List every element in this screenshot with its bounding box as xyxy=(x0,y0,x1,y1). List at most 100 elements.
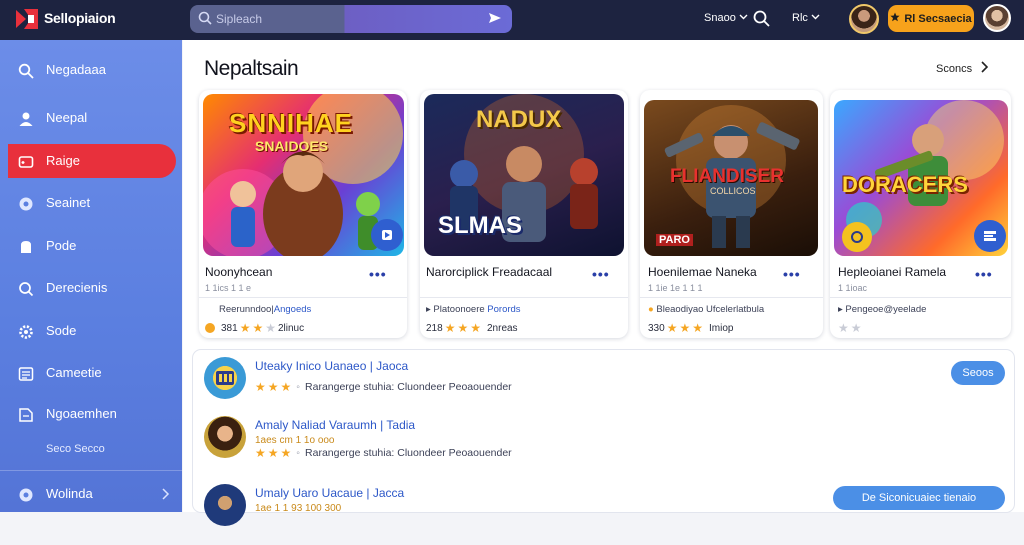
globe-icon xyxy=(18,487,34,503)
sort-label: Snaoo xyxy=(704,12,736,24)
star-icon: ★ xyxy=(280,380,292,394)
card-divider xyxy=(640,297,823,298)
coin-icon xyxy=(205,323,215,333)
sidebar-item-0[interactable]: Negadaaa xyxy=(8,53,176,87)
more-options-icon[interactable]: ••• xyxy=(783,266,801,282)
rating: 381 ★ ★ ★ 2linuc xyxy=(205,321,304,335)
star-icon: ★ xyxy=(280,446,292,460)
premium-button-label: Rl Secsaecia xyxy=(904,12,972,25)
sidebar-item-7[interactable]: Cameetie xyxy=(8,356,176,390)
sidebar-footer-label: Wolinda xyxy=(46,486,93,501)
app-name: Sellopiaion xyxy=(44,10,116,26)
game-title: Hepleoianei Ramela xyxy=(838,265,947,279)
game-art: DORACERS xyxy=(834,100,1008,256)
game-card[interactable]: DORACERS Hepleoianei Ramela ••• 1 1ioac … xyxy=(830,90,1011,338)
list-item[interactable]: Umaly Uaro Uacaue | Jacca 1ae 1 1 93 100… xyxy=(193,477,1014,545)
app-logo[interactable]: Sellopiaion xyxy=(14,6,116,30)
developer-label: ● Bleaodiyao Ufcelerlatbula xyxy=(648,304,764,315)
rating-text: Imiop xyxy=(708,322,734,334)
premium-button[interactable]: Rl Secsaecia xyxy=(888,5,974,32)
rating: 330 ★ ★ ★ Imiop xyxy=(648,321,733,335)
send-icon[interactable] xyxy=(488,11,502,30)
sidebar-item-8[interactable]: Ngoaemhen xyxy=(8,397,176,431)
star-icon: ★ xyxy=(255,380,266,394)
sidebar-item-1[interactable]: Neepal xyxy=(8,101,176,135)
list-item-button[interactable]: Seoos xyxy=(951,361,1005,385)
doc-icon xyxy=(18,407,34,423)
sidebar-item-3[interactable]: Seainet xyxy=(8,186,176,220)
gamepad-icon xyxy=(18,154,34,170)
sidebar-item-6[interactable]: Sode xyxy=(8,314,176,348)
play-badge-icon[interactable] xyxy=(974,220,1006,252)
list-item-title[interactable]: Uteaky Inico Uanaeo | Jaoca xyxy=(255,359,408,373)
search-input[interactable] xyxy=(216,9,456,29)
list-icon xyxy=(18,366,34,382)
sidebar-item-label: Neepal xyxy=(46,110,88,125)
star-icon: ★ xyxy=(444,321,456,335)
star-icon: ★ xyxy=(457,321,469,335)
game-list: Uteaky Inico Uanaeo | Jaoca ★ ★ ★ ◦ Rarang… xyxy=(193,350,1014,526)
star-icon: ★ xyxy=(666,321,678,335)
rating-value: 381 xyxy=(221,322,238,334)
more-options-icon[interactable]: ••• xyxy=(592,266,610,282)
star-icon: ★ xyxy=(255,446,266,460)
game-art: NADUX SLMAS xyxy=(424,94,624,256)
game-art: FLIANDISER COLLICOS PARO xyxy=(644,100,818,256)
search-bar[interactable] xyxy=(190,5,512,33)
sidebar-item-5[interactable]: Derecienis xyxy=(8,271,176,305)
card-divider xyxy=(199,297,407,298)
game-title: Narorciplick Freadacaal xyxy=(426,265,553,279)
game-title: Hoenilemae Naneka xyxy=(648,265,757,279)
search-icon xyxy=(198,11,212,30)
sidebar-footer-item[interactable]: Wolinda xyxy=(8,477,176,511)
list-item[interactable]: Amaly Naliad Varaumh | Tadia 1aes cm 1 1… xyxy=(193,409,1014,477)
star-icon: ★ xyxy=(850,321,862,335)
list-item[interactable]: Uteaky Inico Uanaeo | Jaoca ★ ★ ★ ◦ Rarang… xyxy=(193,350,1014,418)
top-bar: Sellopiaion Snaoo Rlc Rl Secsaecia xyxy=(0,0,1024,40)
list-item-button[interactable]: De Siconicuaiec tienaio xyxy=(833,486,1005,510)
card-divider xyxy=(420,297,628,298)
avatar[interactable] xyxy=(849,4,879,34)
list-item-title[interactable]: Amaly Naliad Varaumh | Tadia xyxy=(255,418,415,432)
game-card[interactable]: SNNIHAE SNAIDOES Noonyhcean ••• 1 1ics 1… xyxy=(199,90,407,338)
section-title: Nepaltsain xyxy=(204,57,299,80)
star-icon: ★ xyxy=(838,321,849,335)
list-item-title[interactable]: Umaly Uaro Uacaue | Jacca xyxy=(255,486,404,500)
gear-icon xyxy=(18,324,34,340)
chevron-right-icon xyxy=(980,61,989,76)
star-icon: ★ xyxy=(252,321,264,335)
developer-link[interactable]: Porords xyxy=(487,304,520,315)
sidebar-item-2[interactable]: Raige xyxy=(8,144,176,178)
coin-icon: ● xyxy=(648,304,654,315)
profile-avatar[interactable] xyxy=(983,4,1011,32)
game-title: Noonyhcean xyxy=(205,265,273,279)
filter-dropdown[interactable]: Rlc xyxy=(792,12,820,24)
star-icon: ★ xyxy=(267,380,279,394)
sidebar-item-label: Ngoaemhen xyxy=(46,406,117,421)
more-options-icon[interactable]: ••• xyxy=(975,266,993,282)
badge-icon[interactable] xyxy=(842,222,872,252)
game-card[interactable]: NADUX SLMAS Narorciplick Freadacaal ••• … xyxy=(420,90,628,338)
list-item-subtitle: 1ae 1 1 93 100 300 xyxy=(255,503,342,514)
more-options-icon[interactable]: ••• xyxy=(369,266,387,282)
developer-link[interactable]: Angoeds xyxy=(274,304,312,315)
card-divider xyxy=(830,297,1011,298)
topbar-search-icon[interactable] xyxy=(753,10,770,32)
sidebar-sub-label[interactable]: Seco Secco xyxy=(46,443,105,455)
tag-icon: ◦ xyxy=(296,447,301,459)
sidebar-item-label: Sode xyxy=(46,323,77,338)
game-card[interactable]: FLIANDISER COLLICOS PARO Hoenilemae Nane… xyxy=(640,90,823,338)
chevron-down-icon xyxy=(739,12,748,24)
developer-name: Reerunndoo| xyxy=(219,304,274,315)
bag-icon xyxy=(18,239,34,255)
sidebar-item-4[interactable]: Pode xyxy=(8,229,176,263)
see-all-link[interactable]: Sconcs xyxy=(936,61,989,76)
game-thumbnail xyxy=(204,357,246,399)
rating-text: 2linuc xyxy=(277,322,305,334)
chevron-right-icon[interactable] xyxy=(160,487,170,505)
sort-dropdown[interactable]: Snaoo xyxy=(704,12,748,24)
game-art-subtitle: SLMAS xyxy=(438,212,522,239)
play-badge-icon[interactable] xyxy=(371,219,403,251)
developer-label: ▸ Platoonoere Porords xyxy=(426,304,521,315)
developer-name: Platoonoere xyxy=(433,304,485,315)
